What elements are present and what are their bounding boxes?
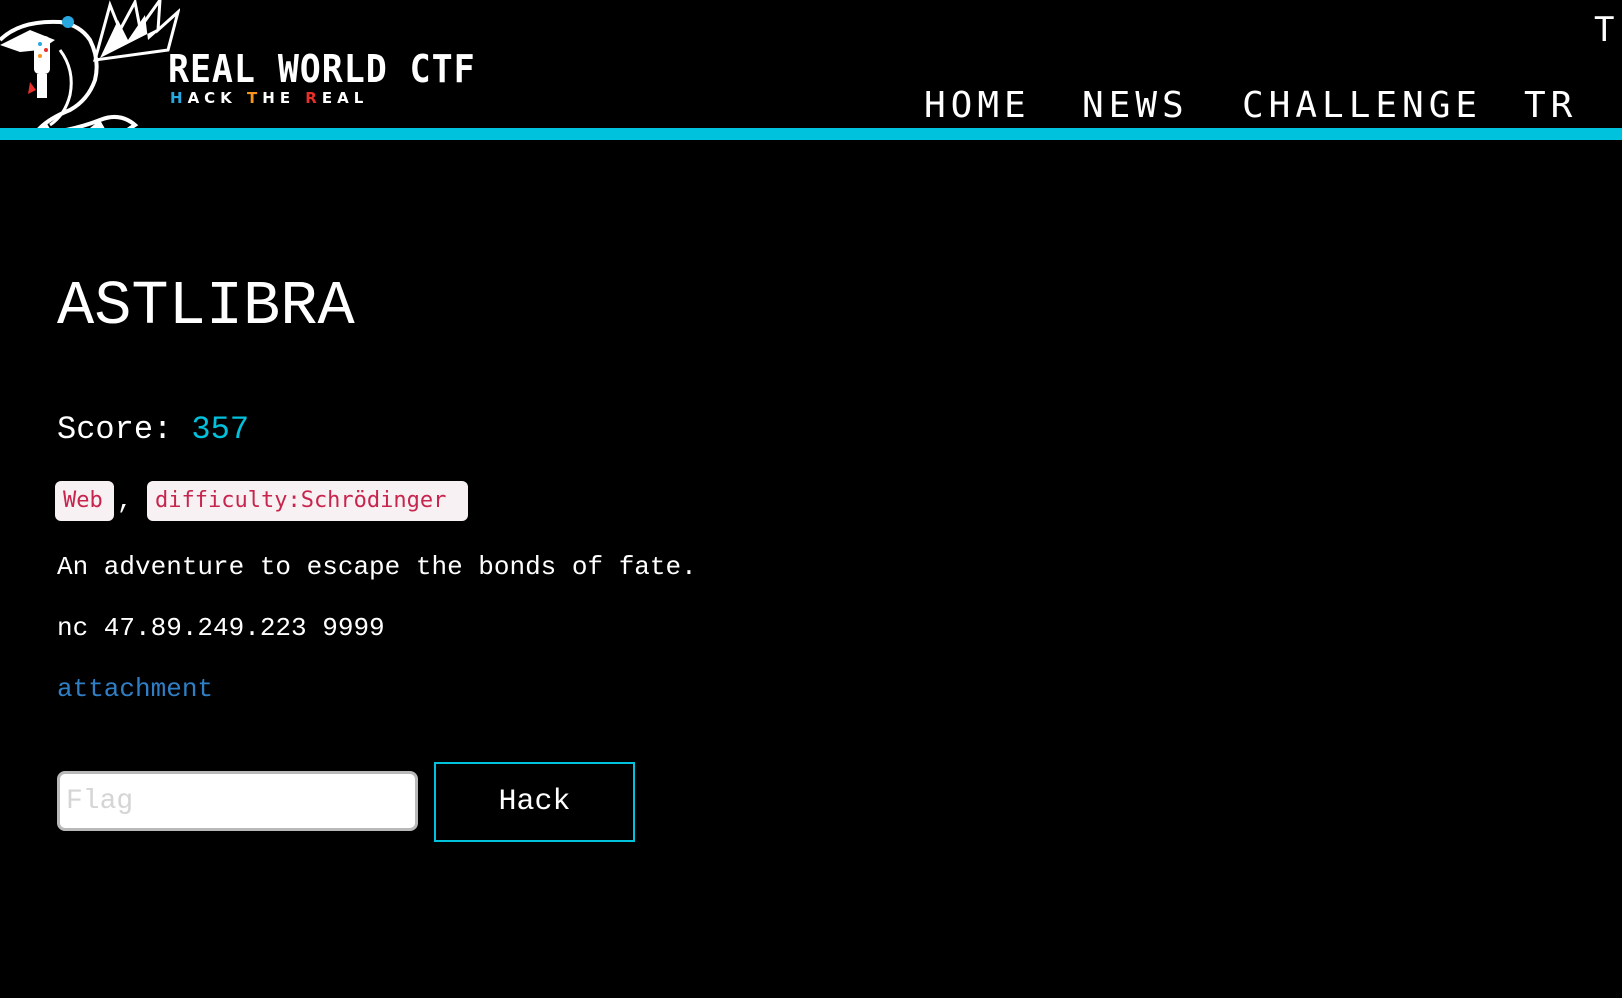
tagline-part: ACK [187,89,248,107]
tag-difficulty: difficulty:Schrödinger [147,481,468,521]
tagline-part: HE [262,89,306,107]
hack-submit-button[interactable]: Hack [434,762,635,842]
tag-category: Web [55,481,114,521]
challenge-description: An adventure to escape the bonds of fate… [57,552,697,582]
nav-challenge[interactable]: CHALLENGE [1242,86,1482,126]
tagline-part: H [170,89,188,107]
tag-separator: , [117,486,133,516]
logo-tagline: HACK THE REAL [170,89,368,107]
nav-truncated-item[interactable]: TR [1524,86,1577,126]
score-label: Score: [57,411,173,448]
logo-title: REAL WORLD CTF [168,47,476,91]
tagline-part: EAL [321,89,369,107]
header-accent-bar [0,128,1622,140]
nav-news[interactable]: NEWS [1082,86,1189,126]
flag-input[interactable] [57,771,418,831]
dragon-logo-icon[interactable] [0,0,180,142]
connection-info: nc 47.89.249.223 9999 [57,613,385,643]
nav-home[interactable]: HOME [924,86,1031,126]
score-row: Score: 357 [57,410,249,450]
challenge-title: ASTLIBRA [57,271,355,342]
top-right-link[interactable]: T [1594,10,1614,50]
site-header: REAL WORLD CTF HACK THE REAL HOME NEWS C… [0,0,1622,140]
attachment-link[interactable]: attachment [57,672,213,706]
tagline-part: R [305,89,322,107]
tagline-part: T [247,89,263,107]
score-value: 357 [191,411,250,448]
